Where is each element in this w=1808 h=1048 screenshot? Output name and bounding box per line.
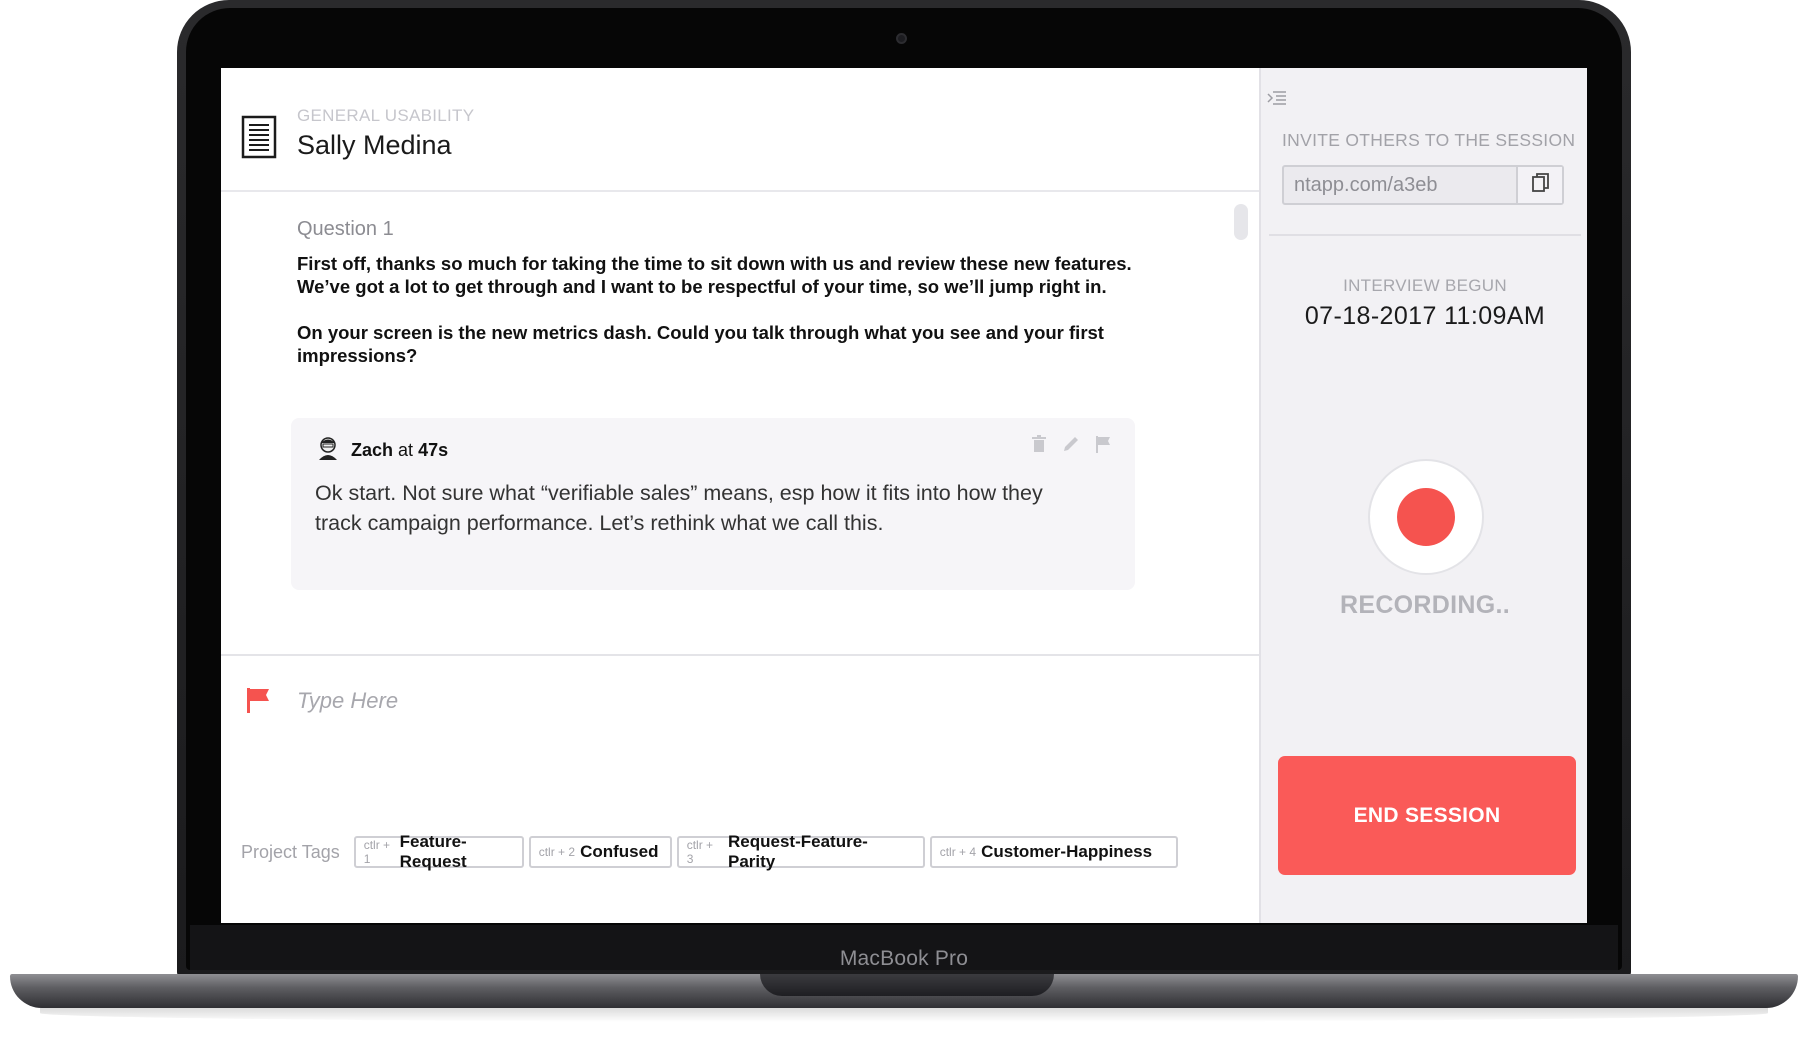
note-author: Zach at 47s <box>351 440 448 461</box>
collapse-sidebar-icon[interactable] <box>1267 90 1287 108</box>
copy-link-button[interactable] <box>1516 167 1562 203</box>
device-mockup: MacBook Pro GENERAL USABILITY Sally Medi… <box>0 0 1808 1048</box>
flag-icon[interactable] <box>1093 434 1113 454</box>
copy-icon <box>1532 173 1549 192</box>
tag-shortcut: ctlr + 2 <box>538 845 576 859</box>
invite-link-field[interactable]: ntapp.com/a3eb <box>1282 165 1564 205</box>
base-notch <box>760 974 1054 996</box>
tag-feature-request[interactable]: ctlr + 1 Feature-Request <box>353 832 524 871</box>
note-timestamp: 47s <box>418 440 449 460</box>
project-tags-label: Project Tags <box>241 841 340 862</box>
recording-status: RECORDING.. <box>1340 591 1510 619</box>
divider <box>1269 234 1581 236</box>
avatar <box>319 437 337 460</box>
record-icon <box>1397 488 1455 546</box>
interview-begun-time: 07-18-2017 11:09AM <box>1304 302 1546 330</box>
document-icon <box>241 115 277 159</box>
flag-icon[interactable] <box>245 686 271 714</box>
scrollbar[interactable] <box>1234 204 1248 240</box>
question-paragraph: First off, thanks so much for taking the… <box>297 253 1132 297</box>
trash-icon[interactable] <box>1029 434 1049 454</box>
project-tags: Project Tags ctlr + 1 Feature-Request ct… <box>241 832 1183 871</box>
tag-shortcut: ctlr + 4 <box>939 845 977 859</box>
compose-area: Type Here Project Tags ctlr + 1 Feature-… <box>221 654 1259 923</box>
tag-shortcut: ctlr + 1 <box>363 838 391 866</box>
session-category: GENERAL USABILITY <box>297 106 475 125</box>
app-window: GENERAL USABILITY Sally Medina Question … <box>221 68 1587 923</box>
session-header: GENERAL USABILITY Sally Medina <box>221 68 1259 192</box>
note-at: at <box>398 440 414 460</box>
participant-name: Sally Medina <box>297 130 452 160</box>
tag-shortcut: ctlr + 3 <box>686 838 714 866</box>
tag-confused[interactable]: ctlr + 2 Confused <box>528 836 672 868</box>
tag-name: Customer-Happiness <box>981 842 1153 861</box>
note-text: Ok start. Not sure what “verifiable sale… <box>315 481 1043 535</box>
note-toolbar <box>1029 434 1113 454</box>
question-paragraph: On your screen is the new metrics dash. … <box>297 322 1104 366</box>
tag-name: Confused <box>580 842 659 861</box>
question-text: First off, thanks so much for taking the… <box>297 252 1157 390</box>
question-area[interactable]: Question 1 First off, thanks so much for… <box>221 194 1259 654</box>
question-label: Question 1 <box>297 218 394 240</box>
invite-label: INVITE OTHERS TO THE SESSION <box>1282 130 1576 150</box>
tag-customer-happiness[interactable]: ctlr + 4 Customer-Happiness <box>929 836 1178 868</box>
note-input[interactable]: Type Here <box>297 688 398 714</box>
note-author-name: Zach <box>351 440 394 460</box>
note-card[interactable]: Zach at 47s Ok start. Not sure what “ver… <box>291 418 1135 590</box>
interview-begun-label: INTERVIEW BEGUN <box>1343 276 1507 295</box>
pencil-icon[interactable] <box>1061 434 1081 454</box>
camera-icon <box>896 33 907 44</box>
main-panel: GENERAL USABILITY Sally Medina Question … <box>221 68 1259 923</box>
tag-request-feature-parity[interactable]: ctlr + 3 Request-Feature-Parity <box>676 832 925 871</box>
end-session-button[interactable]: END SESSION <box>1278 756 1576 875</box>
invite-url: ntapp.com/a3eb <box>1294 174 1438 196</box>
session-sidebar: INVITE OTHERS TO THE SESSION ntapp.com/a… <box>1259 68 1587 923</box>
record-button[interactable] <box>1368 459 1484 575</box>
tag-name: Feature-Request <box>399 832 467 871</box>
tag-name: Request-Feature-Parity <box>728 832 868 871</box>
device-brand: MacBook Pro <box>839 947 969 970</box>
